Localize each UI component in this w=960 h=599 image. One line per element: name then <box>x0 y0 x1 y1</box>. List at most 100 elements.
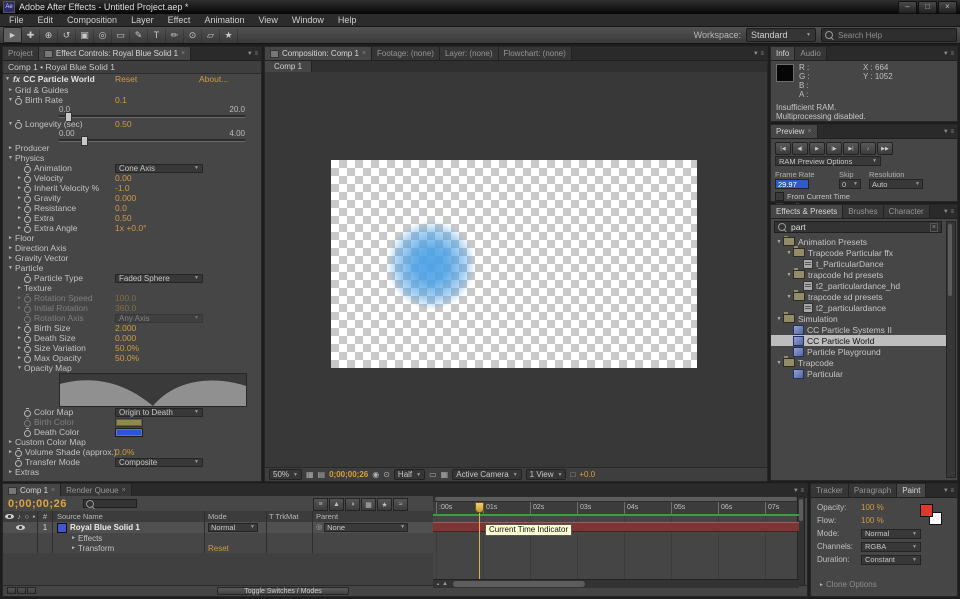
reset-button[interactable]: Reset <box>115 74 137 85</box>
twirl-icon[interactable]: ▼ <box>3 74 12 85</box>
preset-tree-item-trapcode[interactable]: ▼Trapcode <box>771 357 947 368</box>
panel-menu-icon[interactable]: ▼ ≡ <box>244 47 261 60</box>
scroll-thumb[interactable] <box>948 224 952 296</box>
property-value[interactable]: 0.50 <box>115 213 132 223</box>
stopwatch-icon[interactable] <box>24 428 32 436</box>
magnification-dropdown[interactable]: 50%▼ <box>269 469 302 480</box>
twirl-icon[interactable]: ► <box>15 175 24 181</box>
twirl-icon[interactable]: ▼ <box>785 272 793 278</box>
twirl-icon[interactable]: ▼ <box>775 360 783 366</box>
twirl-icon[interactable]: ► <box>15 225 24 231</box>
rotation-tool-icon[interactable]: ↺ <box>58 29 76 43</box>
paint-setting-value[interactable]: 100 % <box>861 516 884 525</box>
twirl-icon[interactable]: ▼ <box>6 97 15 103</box>
mask-shape-tool-icon[interactable]: ▭ <box>112 29 130 43</box>
preset-tree-item-particular[interactable]: Particular <box>771 368 947 379</box>
property-value[interactable]: 360.0 <box>115 303 136 313</box>
current-time-display[interactable]: 0;00;00;26 <box>8 498 67 510</box>
parent-dropdown[interactable]: None▼ <box>324 523 408 532</box>
scroll-thumb[interactable] <box>799 499 803 521</box>
menu-help[interactable]: Help <box>331 14 364 27</box>
property-value[interactable]: 0.0% <box>115 447 134 457</box>
preset-tree-item-trapcode-sd-presets[interactable]: ▼trapcode sd presets <box>771 291 947 302</box>
tab-flowchart-none[interactable]: Flowchart: (none) <box>499 47 572 60</box>
type-tool-icon[interactable]: T <box>148 28 166 42</box>
column-trkmat[interactable]: T TrkMat <box>267 511 313 522</box>
help-search-input[interactable] <box>836 30 953 41</box>
tab-info[interactable]: Info <box>771 47 795 60</box>
snapshot-icon[interactable]: ◉ <box>372 470 379 479</box>
twirl-icon[interactable]: ► <box>6 469 15 475</box>
exposure-value[interactable]: +0.0 <box>579 470 595 479</box>
property-value[interactable]: 0.000 <box>115 193 136 203</box>
effect-enable-icon[interactable]: fx <box>13 74 20 85</box>
eraser-tool-icon[interactable]: ▱ <box>202 29 220 43</box>
stopwatch-icon[interactable] <box>24 204 32 212</box>
column-number[interactable]: # <box>38 511 53 522</box>
audio-icon[interactable]: ♪ <box>17 512 21 521</box>
twirl-icon[interactable]: ▼ <box>15 365 24 371</box>
twirl-icon[interactable]: ► <box>15 205 24 211</box>
hand-tool-icon[interactable]: ✚ <box>22 29 40 43</box>
layer-color-swatch[interactable] <box>57 523 67 533</box>
property-value[interactable]: 50.0% <box>115 353 139 363</box>
expand-layer-switches-icon[interactable] <box>7 587 16 594</box>
menu-composition[interactable]: Composition <box>60 14 124 27</box>
column-source-name[interactable]: Source Name <box>53 511 205 522</box>
pickwhip-icon[interactable]: ◎ <box>316 522 322 533</box>
menu-layer[interactable]: Layer <box>124 14 161 27</box>
twirl-icon[interactable]: ▼ <box>775 239 783 245</box>
selection-tool-icon[interactable]: ► <box>3 27 22 43</box>
property-dropdown[interactable]: Any Axis▼ <box>115 314 203 323</box>
scroll-thumb[interactable] <box>453 581 585 587</box>
stopwatch-icon[interactable] <box>24 184 32 192</box>
puppet-pin-tool-icon[interactable]: ★ <box>220 29 238 43</box>
twirl-icon[interactable]: ► <box>15 325 24 331</box>
stopwatch-icon[interactable] <box>24 304 32 312</box>
graph-editor-icon[interactable]: ≈ <box>393 498 408 511</box>
tab-footage-none[interactable]: Footage: (none) <box>372 47 440 60</box>
twirl-icon[interactable]: ▼ <box>6 155 15 161</box>
paint-setting-dropdown[interactable]: Constant▼ <box>861 555 921 565</box>
presets-scrollbar[interactable] <box>946 221 956 478</box>
brush-tool-icon[interactable]: ✏ <box>166 29 184 43</box>
twirl-icon[interactable]: ► <box>6 439 15 445</box>
menu-view[interactable]: View <box>251 14 284 27</box>
comp-mini-flowchart-icon[interactable]: ≡ <box>313 498 328 511</box>
presets-search[interactable]: × <box>774 221 942 233</box>
property-slider[interactable]: 0.020.0 <box>59 105 245 119</box>
tab-preview[interactable]: Preview × <box>771 125 818 138</box>
safe-zones-icon[interactable]: ▦ <box>306 470 314 479</box>
current-time-indicator-line[interactable] <box>479 502 480 580</box>
play-button[interactable]: ▶ <box>809 142 825 155</box>
camera-dropdown[interactable]: Active Camera▼ <box>452 469 521 480</box>
twirl-icon[interactable]: ▼ <box>6 265 15 271</box>
previous-frame-button[interactable]: ◀| <box>792 142 808 155</box>
timeline-vertical-scrollbar[interactable] <box>797 496 805 588</box>
stopwatch-icon[interactable] <box>15 458 23 466</box>
stopwatch-icon[interactable] <box>24 324 32 332</box>
property-dropdown[interactable]: Origin to Death▼ <box>115 408 203 417</box>
preview-resolution-dropdown[interactable]: Auto▼ <box>869 179 923 189</box>
preset-tree-item-particle-playground[interactable]: Particle Playground <box>771 346 947 357</box>
toggle-switches-modes-button[interactable]: Toggle Switches / Modes <box>217 587 349 595</box>
twirl-icon[interactable]: ► <box>15 295 24 301</box>
property-value[interactable]: 0.50 <box>115 119 132 129</box>
tab-paint[interactable]: Paint <box>897 484 926 497</box>
stopwatch-icon[interactable] <box>24 314 32 322</box>
tab-effect-controls-royal-blue-solid-1[interactable]: Effect Controls: Royal Blue Solid 1× <box>39 47 191 60</box>
draft-3d-icon[interactable]: ▲ <box>329 498 344 511</box>
presets-search-input[interactable] <box>789 221 930 233</box>
stopwatch-icon[interactable] <box>24 408 32 416</box>
twirl-icon[interactable]: ► <box>15 305 24 311</box>
close-icon[interactable]: × <box>181 50 185 57</box>
tab-layer-none[interactable]: Layer: (none) <box>440 47 499 60</box>
twirl-icon[interactable]: ► <box>6 87 15 93</box>
stopwatch-icon[interactable] <box>24 214 32 222</box>
twirl-icon[interactable]: ▼ <box>775 316 783 322</box>
trkmat-cell[interactable] <box>267 522 313 533</box>
transparency-grid-icon[interactable]: ▦ <box>441 470 449 479</box>
property-value[interactable]: 1x +0.0° <box>115 223 147 233</box>
motion-blur-icon[interactable]: ★ <box>377 498 392 511</box>
audio-button[interactable]: ♪ <box>860 142 876 155</box>
